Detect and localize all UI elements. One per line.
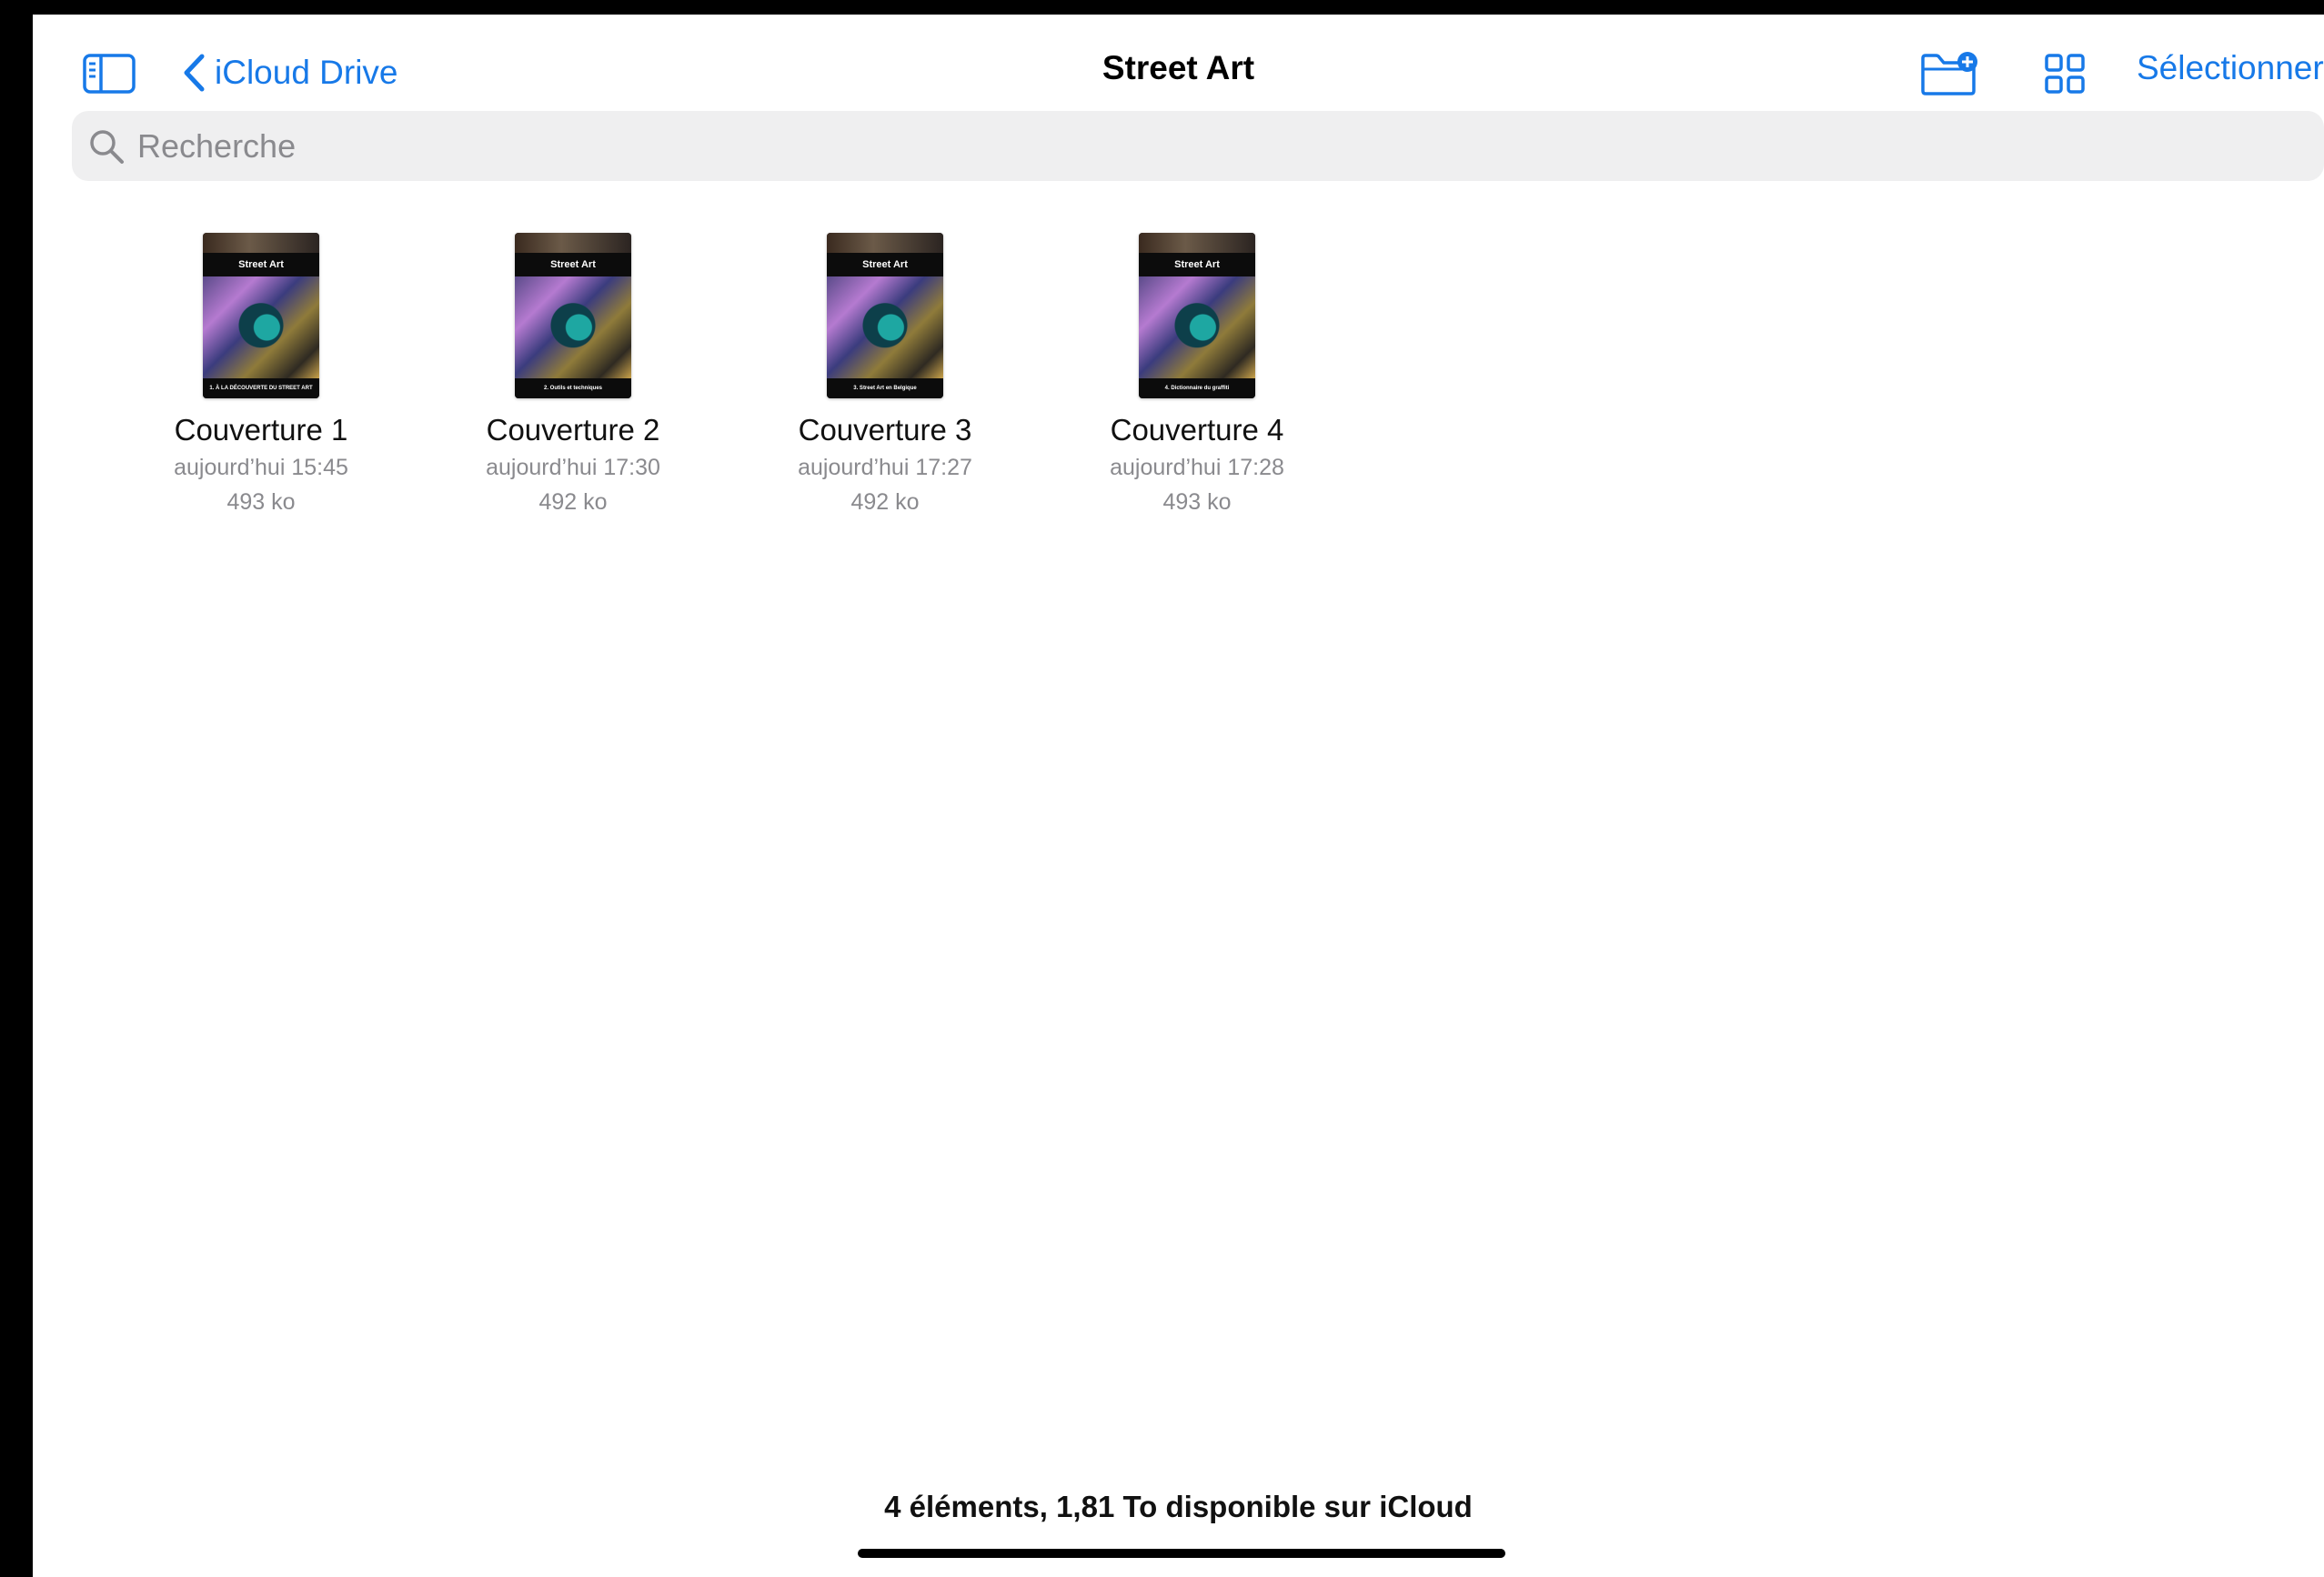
search-input[interactable]	[137, 126, 2229, 166]
files-app-window: iCloud Drive Street Art Sélectionner Rec…	[33, 15, 2324, 1577]
file-item[interactable]: Street Art 3. Street Art en Belgique Cou…	[749, 233, 1021, 516]
file-thumbnail: Street Art 4. Dictionnaire du graffiti	[1139, 233, 1255, 398]
file-name: Couverture 2	[486, 413, 660, 447]
file-name: Couverture 4	[1110, 413, 1284, 447]
search-bar[interactable]	[72, 111, 2324, 181]
thumbnail-subtitle: 2. Outils et techniques	[515, 378, 631, 398]
file-thumbnail: Street Art 3. Street Art en Belgique	[827, 233, 943, 398]
file-thumbnail: Street Art 1. À LA DÉCOUVERTE DU STREET …	[203, 233, 319, 398]
file-name: Couverture 3	[798, 413, 972, 447]
thumbnail-title: Street Art	[515, 253, 631, 276]
grid-view-icon	[2045, 53, 2085, 94]
file-size: 493 ko	[1162, 489, 1232, 515]
storage-status: 4 éléments, 1,81 To disponible sur iClou…	[884, 1490, 1473, 1523]
file-date: aujourd’hui 17:28	[1110, 455, 1284, 480]
thumbnail-title: Street Art	[1139, 253, 1255, 276]
device-frame: iCloud Drive Street Art Sélectionner Rec…	[0, 0, 2324, 1577]
folder-add-icon	[1921, 51, 1977, 95]
file-name: Couverture 1	[174, 413, 348, 447]
file-thumbnail: Street Art 2. Outils et techniques	[515, 233, 631, 398]
thumbnail-subtitle: 3. Street Art en Belgique	[827, 378, 943, 398]
file-item[interactable]: Street Art 2. Outils et techniques Couve…	[437, 233, 709, 516]
file-item[interactable]: Street Art 1. À LA DÉCOUVERTE DU STREET …	[125, 233, 397, 516]
select-button[interactable]: Sélectionner	[2137, 49, 2324, 87]
file-date: aujourd’hui 15:45	[174, 455, 348, 480]
search-icon	[90, 129, 124, 164]
file-date: aujourd’hui 17:27	[798, 455, 972, 480]
grid-view-button[interactable]	[2028, 38, 2101, 108]
new-folder-button[interactable]	[1914, 38, 1987, 108]
thumbnail-title: Street Art	[827, 253, 943, 276]
home-indicator[interactable]	[858, 1549, 1505, 1558]
file-item[interactable]: Street Art 4. Dictionnaire du graffiti C…	[1061, 233, 1333, 516]
thumbnail-title: Street Art	[203, 253, 319, 276]
file-size: 492 ko	[538, 489, 608, 515]
file-size: 492 ko	[850, 489, 920, 515]
file-date: aujourd’hui 17:30	[486, 455, 660, 480]
file-size: 493 ko	[226, 489, 296, 515]
thumbnail-subtitle: 4. Dictionnaire du graffiti	[1139, 378, 1255, 398]
thumbnail-subtitle: 1. À LA DÉCOUVERTE DU STREET ART	[203, 378, 319, 398]
